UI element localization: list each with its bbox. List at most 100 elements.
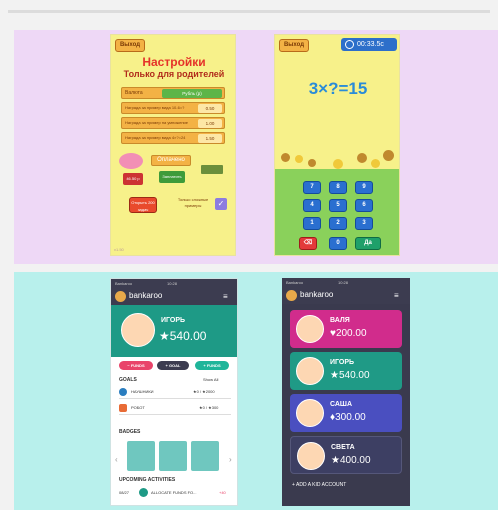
key-1[interactable]: 1 <box>303 217 321 230</box>
goal-amount: ★0 / ★2000 <box>193 389 215 394</box>
kid-avatar <box>296 357 324 385</box>
currency-value[interactable]: Рубль (р) <box>162 89 222 98</box>
status-time: 10:28 <box>167 281 178 286</box>
goal-name: НАУШНИКИ <box>131 389 154 394</box>
currency-row[interactable]: Валюта Рубль (р) <box>121 87 225 99</box>
critter-icon <box>383 150 394 161</box>
badges-header: BADGES <box>119 429 141 435</box>
reward-row[interactable]: Награда за пример вида 10-6=? 0.50 <box>121 102 225 114</box>
goal-row[interactable]: РОБОТ ★0 / ★300 <box>119 403 231 415</box>
kid-name: ИГОРЬ <box>161 317 186 324</box>
chevron-left-icon[interactable]: ‹ <box>115 455 118 464</box>
kid-name: СВЕТА <box>331 444 355 451</box>
critter-icon <box>281 153 290 162</box>
status-carrier: Bankaroo <box>115 281 133 286</box>
reward-value[interactable]: 1.50 <box>198 134 222 143</box>
reward-value[interactable]: 1.00 <box>198 119 222 128</box>
robot-icon <box>119 404 127 412</box>
kid-card-sasha[interactable]: САША ♦300.00 <box>290 394 402 432</box>
status-carrier: Bankaroo <box>286 280 304 285</box>
pay-button[interactable]: Заплатить <box>159 171 185 183</box>
critter-icon <box>371 159 380 168</box>
kid-balance: ★540.00 <box>159 329 207 343</box>
critter-icon <box>295 155 303 163</box>
currency-label: Валюта <box>125 90 143 96</box>
game-screen: Выход 00:33.5c 3×?=15 7 8 9 4 5 6 1 2 3 … <box>274 34 400 256</box>
exit-button[interactable]: Выход <box>115 39 145 52</box>
goal-row[interactable]: НАУШНИКИ ★0 / ★2000 <box>119 387 231 399</box>
math-app-panel: Выход Настройки Только для родителей Вал… <box>14 30 498 264</box>
app-bar: bankaroo ≡ <box>282 287 410 304</box>
key-6[interactable]: 6 <box>355 199 373 212</box>
app-logo: bankaroo <box>129 291 163 300</box>
reward-value[interactable]: 0.50 <box>198 104 222 113</box>
avatar[interactable] <box>115 291 126 302</box>
chevron-right-icon[interactable]: › <box>229 455 232 464</box>
kid-avatar <box>121 313 155 347</box>
reward-row[interactable]: Награда за пример вида 4×?=24 1.50 <box>121 132 225 144</box>
reward-label: Награда за пример на умножение <box>125 120 189 125</box>
kid-detail-screen: Bankaroo 10:28 bankaroo ≡ ИГОРЬ ★540.00 … <box>110 278 238 506</box>
key-9[interactable]: 9 <box>355 181 373 194</box>
avatar[interactable] <box>286 290 297 301</box>
add-kid-button[interactable]: + ADD A KID ACCOUNT <box>292 482 346 488</box>
critter-icon <box>308 159 316 167</box>
status-bar: Bankaroo 10:28 <box>282 278 410 287</box>
kid-header: ИГОРЬ ★540.00 <box>111 305 237 357</box>
key-7[interactable]: 7 <box>303 181 321 194</box>
add-funds-button[interactable]: + FUNDS <box>195 361 229 370</box>
key-2[interactable]: 2 <box>329 217 347 230</box>
kid-card-sveta[interactable]: СВЕТА ★400.00 <box>290 436 402 474</box>
kid-balance: ♦300.00 <box>330 412 366 423</box>
kid-avatar <box>297 442 325 470</box>
submit-button[interactable]: Да <box>355 237 381 250</box>
show-all-link[interactable]: Show All <box>203 377 218 382</box>
checkbox-checked-icon[interactable]: ✓ <box>215 198 227 210</box>
only-hard-label: Только сложные примеры <box>177 197 209 208</box>
activity-date: 08/27 <box>119 490 130 495</box>
timer-display: 00:33.5c <box>341 38 397 51</box>
kid-avatar <box>296 399 324 427</box>
badge-tile[interactable] <box>191 441 219 471</box>
key-8[interactable]: 8 <box>329 181 347 194</box>
remove-funds-button[interactable]: − FUNDS <box>119 361 153 370</box>
activity-amount: +40 <box>219 490 226 495</box>
settings-title: Настройки <box>142 55 206 69</box>
screenshot-page: Выход Настройки Только для родителей Вал… <box>0 0 498 510</box>
kid-name: ВАЛЯ <box>330 317 350 324</box>
balance-badge: 46.50 р <box>123 173 143 185</box>
headphones-icon <box>119 388 127 396</box>
bankaroo-panel: Bankaroo 10:28 bankaroo ≡ ИГОРЬ ★540.00 … <box>14 272 498 510</box>
kid-card-valya[interactable]: ВАЛЯ ♥200.00 <box>290 310 402 348</box>
kid-balance: ♥200.00 <box>330 328 367 339</box>
timer-value: 00:33.5c <box>357 41 384 48</box>
goals-header: GOALS <box>119 377 137 383</box>
version-label: v1.50 <box>114 247 124 252</box>
key-3[interactable]: 3 <box>355 217 373 230</box>
menu-icon[interactable]: ≡ <box>394 291 399 300</box>
badge-tile[interactable] <box>159 441 187 471</box>
kids-list: ВАЛЯ ♥200.00 ИГОРЬ ★540.00 САША ♦300.00 … <box>282 304 410 506</box>
menu-icon[interactable]: ≡ <box>223 292 228 301</box>
add-goal-button[interactable]: + GOAL <box>157 361 189 370</box>
backspace-button[interactable]: ⌫ <box>299 237 317 250</box>
kid-card-igor[interactable]: ИГОРЬ ★540.00 <box>290 352 402 390</box>
key-0[interactable]: 0 <box>329 237 347 250</box>
settings-screen: Выход Настройки Только для родителей Вал… <box>110 34 236 256</box>
unlock-button[interactable]: Открыть 200 задач <box>129 197 157 213</box>
reward-label: Награда за пример вида 4×?=24 <box>125 135 186 140</box>
kid-name: САША <box>330 401 353 408</box>
activity-text: ALLOCATE FUNDS FO... <box>151 490 197 495</box>
key-4[interactable]: 4 <box>303 199 321 212</box>
exit-button[interactable]: Выход <box>279 39 309 52</box>
activity-row[interactable]: 08/27 ALLOCATE FUNDS FO... +40 <box>119 487 231 499</box>
reward-row[interactable]: Награда за пример на умножение 1.00 <box>121 117 225 129</box>
money-icon <box>201 165 223 174</box>
badge-tile[interactable] <box>127 441 155 471</box>
clock-icon <box>345 40 354 49</box>
kid-balance: ★400.00 <box>331 455 371 466</box>
settings-subtitle: Только для родителей <box>123 69 225 79</box>
reward-label: Награда за пример вида 10-6=? <box>125 105 185 110</box>
critter-icon <box>333 159 343 169</box>
key-5[interactable]: 5 <box>329 199 347 212</box>
